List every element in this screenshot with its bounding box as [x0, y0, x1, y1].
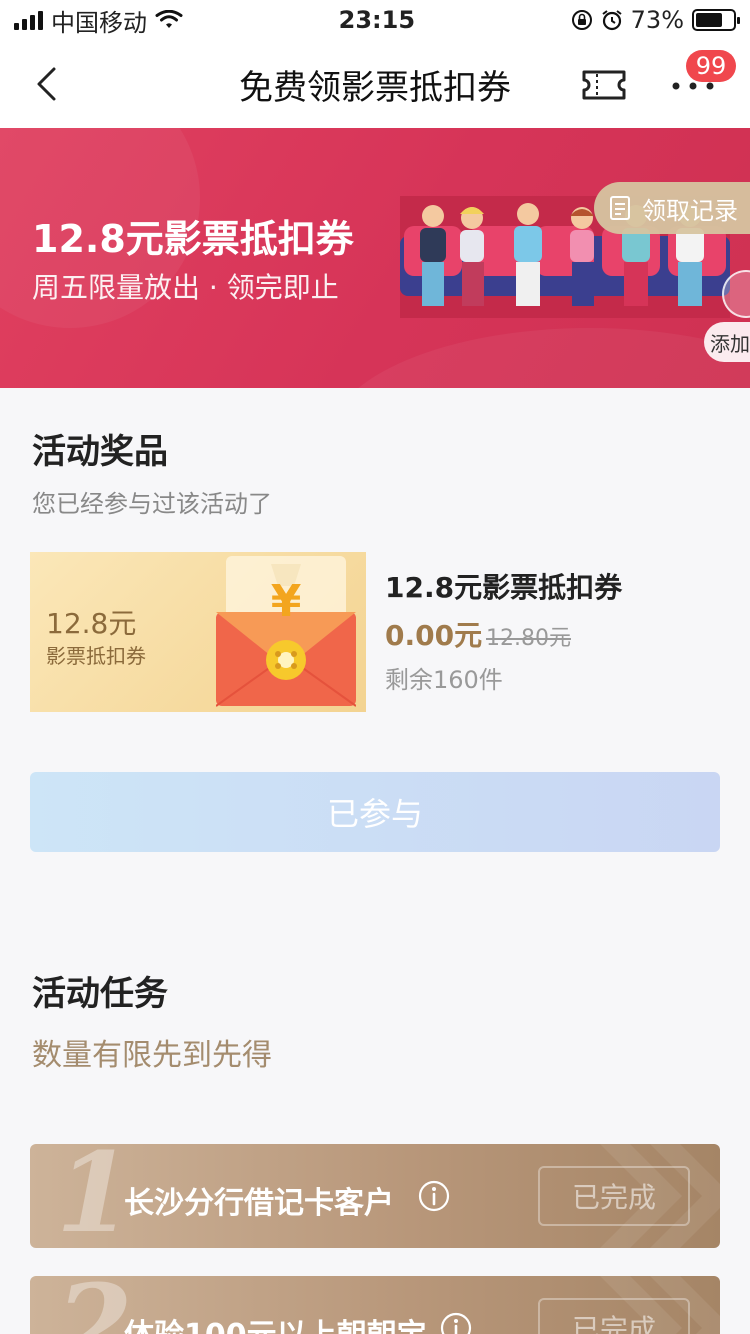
red-envelope-icon: ¥ — [216, 556, 356, 707]
rotation-lock-icon — [571, 10, 592, 30]
coupon-amount: 12.8元 — [46, 607, 137, 640]
prize-name: 12.8元影票抵扣券 — [385, 571, 623, 604]
task-section-subtitle: 数量有限先到先得 — [32, 1038, 272, 1073]
prize-price: 0.00元 — [385, 619, 483, 652]
signal-icon — [14, 10, 43, 30]
svg-text:¥: ¥ — [271, 576, 302, 627]
task-section-title: 活动任务 — [32, 974, 168, 1014]
carrier-label: 中国移动 — [51, 8, 147, 37]
banner-subtitle: 周五限量放出 · 领完即止 — [32, 271, 339, 304]
joined-button[interactable]: 已参与 — [30, 772, 720, 852]
status-bar: 中国移动 23:15 73% — [0, 0, 750, 40]
banner-title: 12.8元影票抵扣券 — [32, 217, 354, 261]
task-status-button[interactable]: 已完成 — [538, 1298, 690, 1334]
ticket-icon[interactable] — [582, 70, 626, 100]
coupon-name: 影票抵扣券 — [46, 644, 146, 668]
info-icon[interactable] — [440, 1312, 472, 1334]
prize-section-subtitle: 您已经参与过该活动了 — [32, 490, 272, 518]
nav-bar: 免费领影票抵扣券 — [0, 40, 750, 128]
prize-original-price: 12.80元 — [486, 626, 571, 651]
collect-record-label: 领取记录 — [642, 196, 738, 225]
back-arrow-icon[interactable] — [30, 66, 66, 102]
battery-icon — [692, 9, 740, 31]
record-list-icon — [610, 196, 630, 220]
battery-percent: 73% — [630, 6, 684, 34]
banner-decoration — [330, 328, 750, 388]
wifi-icon — [155, 10, 183, 28]
page-title: 免费领影票抵扣券 — [239, 67, 511, 108]
notification-badge: 99 — [686, 50, 736, 82]
task-status-button[interactable]: 已完成 — [538, 1166, 690, 1226]
status-left: 中国移动 — [14, 3, 183, 38]
prize-stock: 剩余160件 — [385, 666, 503, 694]
info-icon[interactable] — [418, 1180, 450, 1212]
task-label: 长沙分行借记卡客户 — [124, 1186, 394, 1221]
battery-fill — [696, 13, 723, 27]
status-right: 73% — [571, 6, 740, 34]
task-number: 1 — [56, 1144, 133, 1248]
alarm-icon — [602, 10, 622, 31]
task-label: 体验100元以上朝朝宝 — [124, 1310, 427, 1334]
add-button[interactable]: 添加 — [704, 322, 750, 362]
task-card: 2 体验100元以上朝朝宝 已完成 — [30, 1276, 720, 1334]
coupon-image: 12.8元 影票抵扣券 ¥ — [30, 552, 366, 712]
promo-banner: 12.8元影票抵扣券 周五限量放出 · 领完即止 领取记录 — [0, 128, 750, 388]
clock-time: 23:15 — [338, 6, 416, 34]
task-card: 1 长沙分行借记卡客户 已完成 — [30, 1144, 720, 1248]
task-number: 2 — [56, 1276, 133, 1334]
collect-record-button[interactable]: 领取记录 — [594, 182, 750, 234]
prize-section-title: 活动奖品 — [32, 432, 168, 472]
